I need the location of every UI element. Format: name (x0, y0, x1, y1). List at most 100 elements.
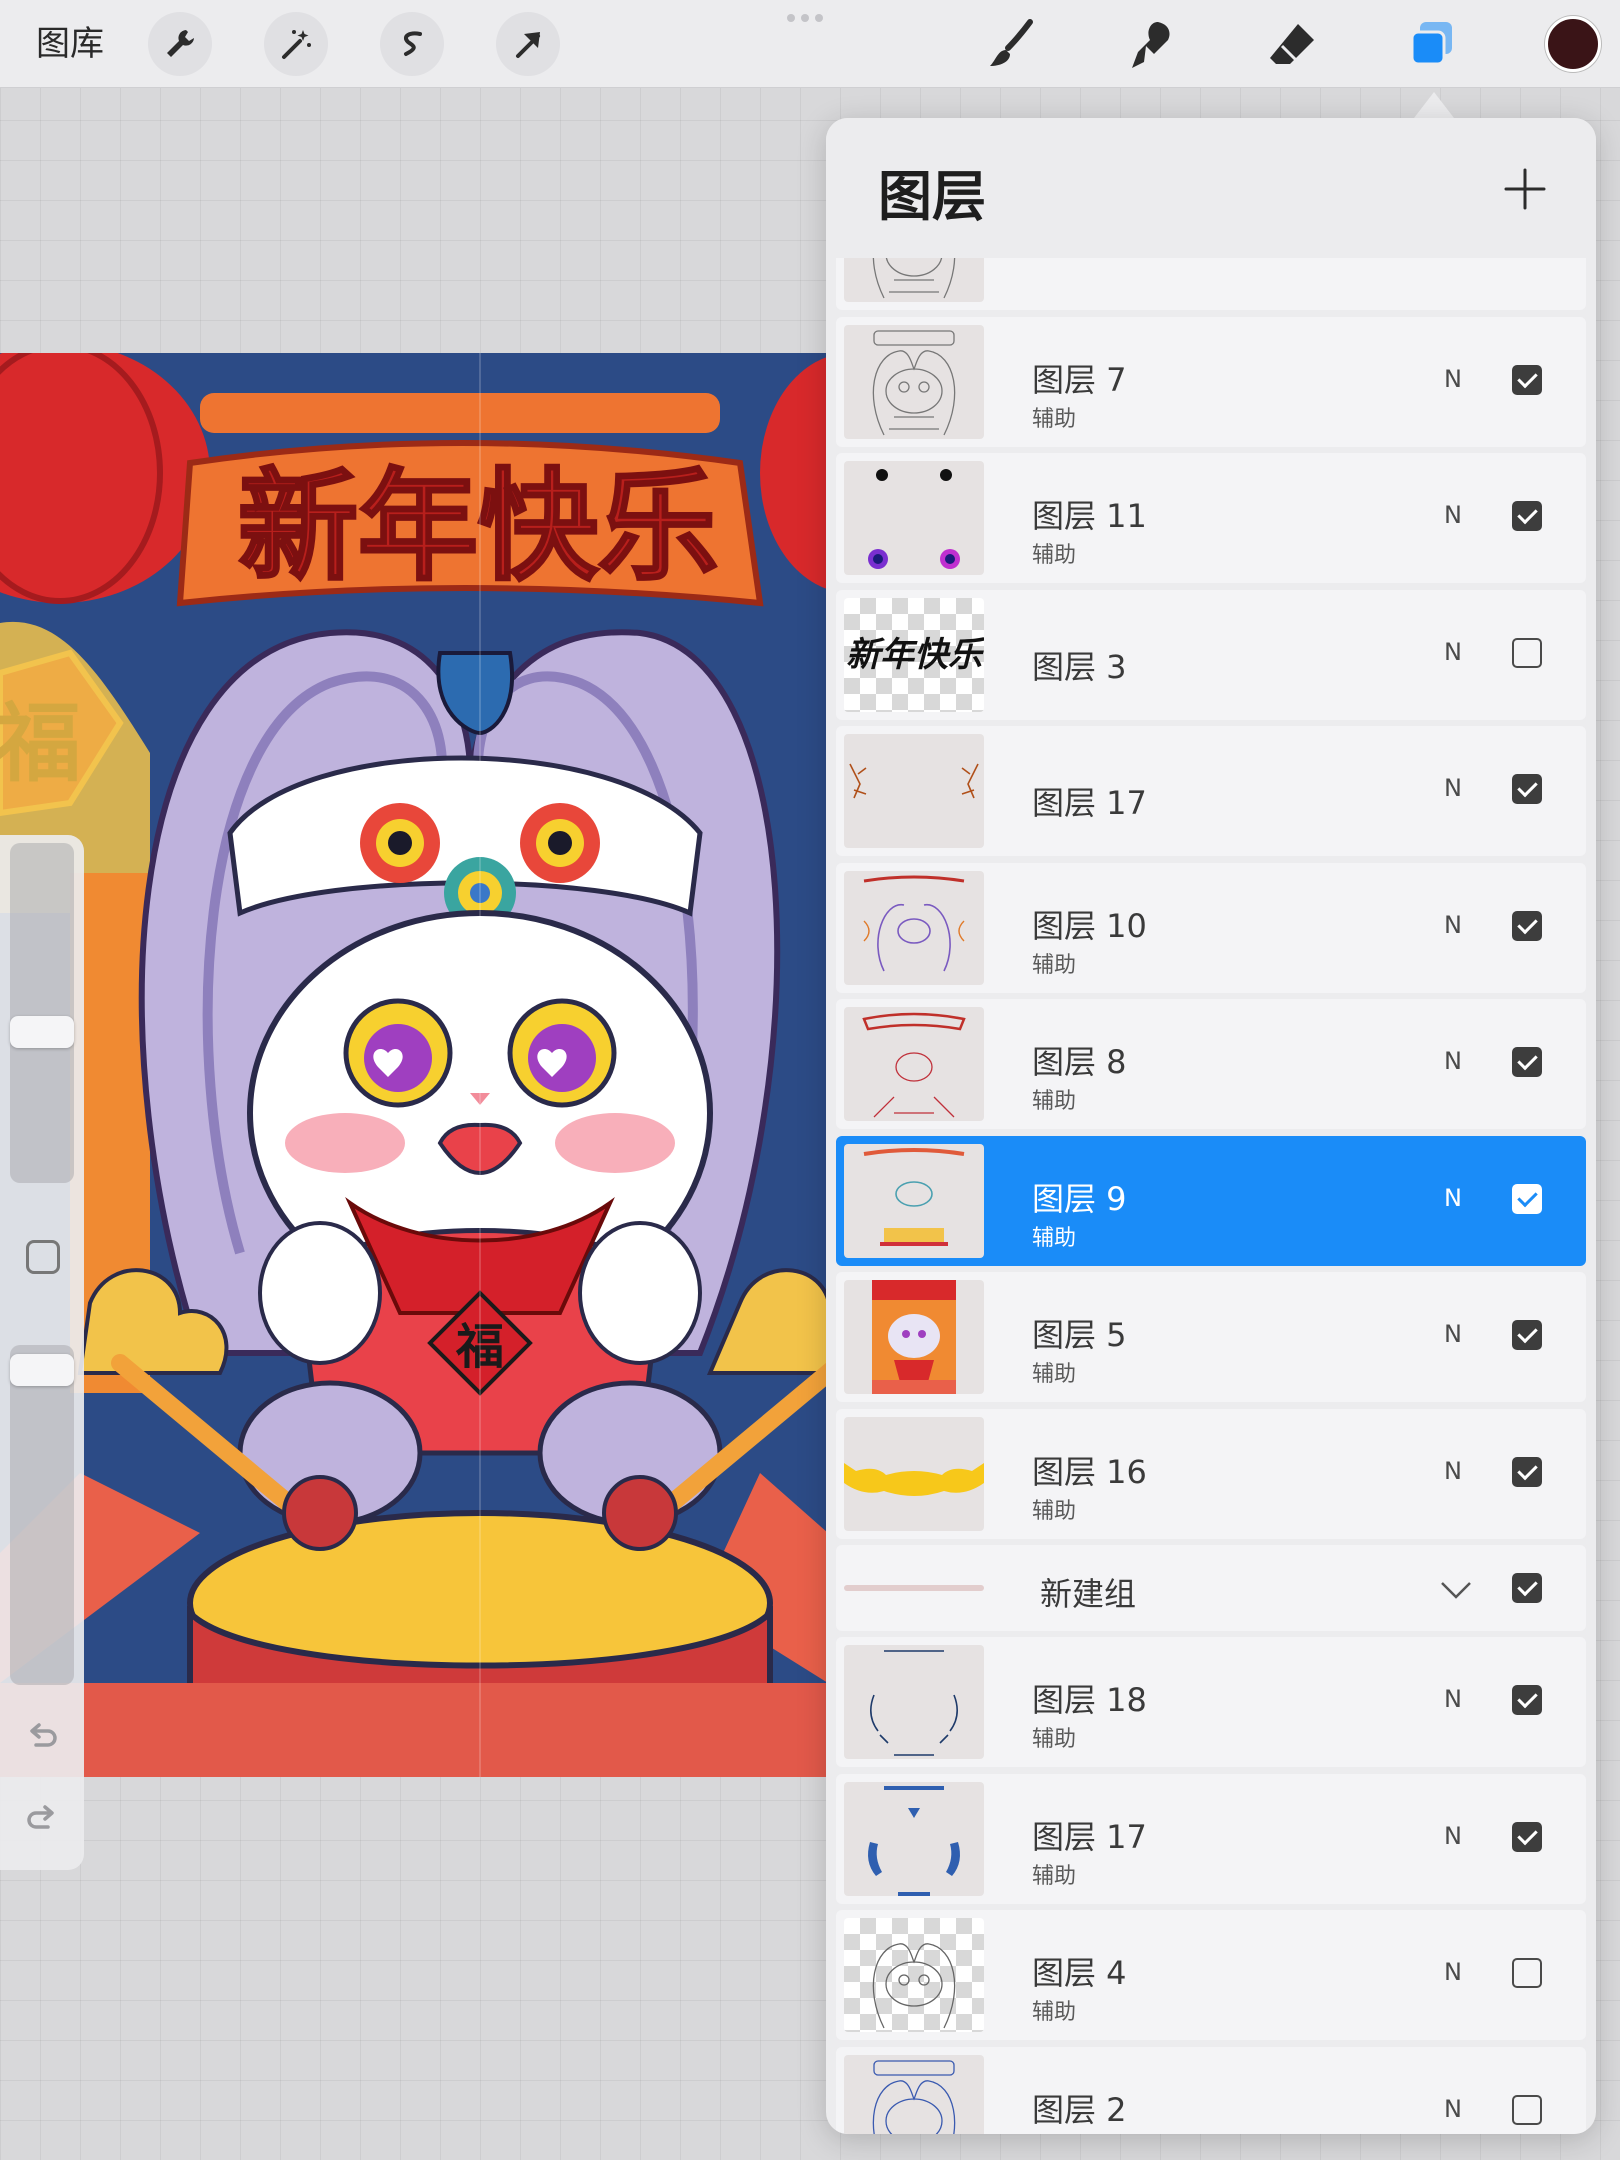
blend-mode-button[interactable]: N (1444, 365, 1462, 393)
color-picker-swatch[interactable] (1545, 16, 1601, 72)
redo-icon[interactable] (22, 1797, 62, 1837)
panel-pointer (1414, 92, 1454, 118)
layer-thumbnail[interactable] (844, 1143, 984, 1258)
layers-panel: 图层 辅助 图层 7 辅助 N 图层 11 辅助 N 新年快乐 图层 3 N 图层 17 N 图… (826, 118, 1596, 2134)
layer-visibility-checkbox[interactable] (1512, 501, 1542, 531)
layer-thumbnail[interactable] (844, 1781, 984, 1896)
undo-icon[interactable] (22, 1715, 62, 1755)
blend-mode-button[interactable]: N (1444, 1047, 1462, 1075)
gallery-button[interactable]: 图库 (36, 20, 104, 68)
layer-row[interactable]: 图层 10 辅助 N (836, 862, 1586, 993)
layer-visibility-checkbox[interactable] (1512, 1821, 1542, 1852)
layer-row[interactable]: 辅助 (836, 258, 1586, 310)
modifier-button[interactable] (26, 1240, 60, 1274)
blend-mode-button[interactable]: N (1444, 1184, 1462, 1212)
layer-visibility-checkbox[interactable] (1512, 637, 1542, 668)
layer-name: 图层 4 (1032, 1954, 1127, 1992)
brush-size-slider[interactable] (10, 843, 74, 1183)
layer-thumbnail[interactable] (844, 1007, 984, 1121)
layer-group-row[interactable]: 新建组 (836, 1545, 1586, 1631)
eraser-icon[interactable] (1262, 14, 1322, 74)
layer-reference-label: 辅助 (1032, 1362, 1077, 1387)
layer-row[interactable]: 图层 18 辅助 N (836, 1637, 1586, 1767)
layer-thumbnail[interactable] (844, 258, 984, 302)
layer-name: 图层 5 (1032, 1316, 1127, 1354)
layer-thumbnail[interactable] (844, 324, 984, 439)
magic-wand-icon[interactable] (264, 12, 328, 76)
layer-visibility-checkbox[interactable] (1512, 1958, 1542, 1988)
blend-mode-button[interactable]: N (1444, 774, 1462, 802)
drag-handle[interactable] (787, 14, 823, 22)
layer-row[interactable]: 新年快乐 图层 3 N (836, 589, 1586, 720)
layer-reference-label: 辅助 (1032, 1727, 1077, 1752)
layer-thumbnail[interactable] (844, 1416, 984, 1531)
transform-arrow-icon[interactable] (496, 12, 560, 76)
layer-thumbnail[interactable]: 新年快乐 (844, 597, 984, 712)
layer-visibility-checkbox[interactable] (1512, 1456, 1542, 1487)
group-visibility-checkbox[interactable] (1512, 1573, 1542, 1603)
brush-size-thumb[interactable] (10, 1015, 74, 1048)
layer-reference-label: 辅助 (1032, 2000, 1077, 2025)
layer-reference-label: 辅助 (1032, 543, 1077, 568)
layer-thumbnail[interactable] (844, 1918, 984, 2032)
top-toolbar: 图库 (0, 0, 1620, 88)
chevron-down-icon[interactable] (1438, 1571, 1474, 1607)
blend-mode-button[interactable]: N (1444, 1958, 1462, 1986)
layer-reference-label: 辅助 (1032, 1863, 1077, 1889)
opacity-slider[interactable] (10, 1345, 74, 1685)
blend-mode-button[interactable]: N (1444, 911, 1462, 939)
layer-visibility-checkbox[interactable] (1512, 364, 1542, 395)
layer-row[interactable]: 图层 17 辅助 N (836, 1773, 1586, 1904)
layer-visibility-checkbox[interactable] (1512, 1320, 1542, 1350)
smudge-icon[interactable] (1122, 14, 1182, 74)
layer-thumbnail[interactable] (844, 2054, 984, 2134)
layer-visibility-checkbox[interactable] (1512, 910, 1542, 941)
blend-mode-button[interactable]: N (1444, 1320, 1462, 1348)
layer-reference-label: 辅助 (1032, 2131, 1076, 2135)
layer-visibility-checkbox[interactable] (1512, 774, 1542, 804)
layer-reference-label: 辅助 (1032, 952, 1077, 978)
layer-row[interactable]: 图层 5 辅助 N (836, 1272, 1586, 1402)
layer-visibility-checkbox[interactable] (1512, 1183, 1542, 1214)
layer-visibility-checkbox[interactable] (1512, 1685, 1542, 1715)
group-name: 新建组 (1040, 1575, 1137, 1613)
layers-icon[interactable] (1402, 14, 1462, 74)
layer-list[interactable]: 辅助 图层 7 辅助 N 图层 11 辅助 N 新年快乐 图层 3 N 图层 17 N 图层 1… (836, 258, 1586, 2134)
group-indicator (844, 1585, 984, 1591)
layer-thumbnail[interactable] (844, 461, 984, 575)
layer-reference-label: 辅助 (1032, 1225, 1077, 1251)
layer-thumbnail[interactable] (844, 870, 984, 985)
layer-name: 图层 3 (1032, 647, 1127, 686)
layer-thumbnail[interactable] (844, 734, 984, 848)
canvas-artwork[interactable]: 新年快乐 福 福 (0, 353, 828, 1777)
layer-name: 图层 10 (1032, 906, 1147, 945)
selection-icon[interactable] (380, 12, 444, 76)
add-layer-icon[interactable] (1498, 162, 1552, 216)
layer-thumbnail[interactable] (844, 1645, 984, 1759)
blend-mode-button[interactable]: N (1444, 2095, 1462, 2123)
brush-icon[interactable] (982, 14, 1042, 74)
layer-name: 图层 17 (1032, 784, 1147, 822)
blend-mode-button[interactable]: N (1444, 501, 1462, 529)
layer-row[interactable]: 图层 7 辅助 N (836, 316, 1586, 447)
wrench-icon[interactable] (148, 12, 212, 76)
layer-row[interactable]: 图层 9 辅助 N (836, 1135, 1586, 1266)
blend-mode-button[interactable]: N (1444, 1685, 1462, 1713)
layer-name: 图层 18 (1032, 1681, 1147, 1719)
layer-thumbnail[interactable] (844, 1280, 984, 1394)
blend-mode-button[interactable]: N (1444, 638, 1462, 666)
layer-name: 图层 2 (1032, 2090, 1127, 2129)
blend-mode-button[interactable]: N (1444, 1822, 1462, 1850)
layers-panel-header: 图层 (826, 118, 1596, 258)
layer-visibility-checkbox[interactable] (1512, 1047, 1542, 1077)
layers-panel-title: 图层 (878, 165, 986, 228)
layer-row[interactable]: 图层 16 辅助 N (836, 1408, 1586, 1539)
opacity-thumb[interactable] (10, 1354, 74, 1387)
blend-mode-button[interactable]: N (1444, 1457, 1462, 1485)
layer-row[interactable]: 图层 2 辅助 N (836, 2046, 1586, 2135)
layer-row[interactable]: 图层 11 辅助 N (836, 453, 1586, 583)
layer-row[interactable]: 图层 17 N (836, 726, 1586, 856)
layer-row[interactable]: 图层 8 辅助 N (836, 999, 1586, 1129)
layer-row[interactable]: 图层 4 辅助 N (836, 1910, 1586, 2040)
layer-visibility-checkbox[interactable] (1512, 2094, 1542, 2125)
